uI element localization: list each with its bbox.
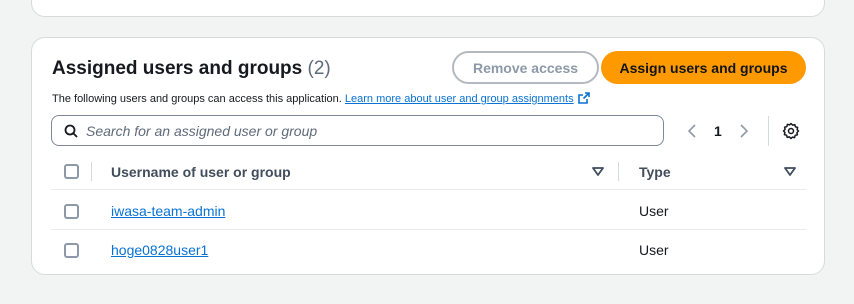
column-divider	[618, 162, 619, 181]
row-checkbox[interactable]	[64, 243, 79, 258]
current-page-number[interactable]: 1	[714, 123, 722, 139]
search-field[interactable]	[51, 115, 664, 146]
table-header: Username of user or group Type	[51, 153, 806, 190]
pagination: 1	[687, 120, 749, 142]
learn-more-link[interactable]: Learn more about user and group assignme…	[344, 92, 590, 105]
assigned-users-panel: Assigned users and groups (2) Remove acc…	[31, 37, 825, 275]
column-divider	[91, 162, 92, 181]
gear-icon[interactable]	[782, 122, 800, 140]
table-row: hoge0828user1 User	[51, 230, 806, 269]
column-header-username[interactable]: Username of user or group	[111, 164, 291, 180]
remove-access-button[interactable]: Remove access	[452, 51, 599, 84]
panel-title: Assigned users and groups (2)	[52, 58, 331, 80]
search-icon	[64, 124, 78, 138]
select-all-checkbox[interactable]	[64, 164, 79, 179]
row-checkbox[interactable]	[64, 204, 79, 219]
learn-more-link-text: Learn more about user and group assignme…	[344, 93, 574, 105]
username-link[interactable]: iwasa-team-admin	[111, 203, 225, 219]
chevron-right-icon[interactable]	[739, 124, 749, 138]
chevron-left-icon[interactable]	[687, 124, 697, 138]
type-cell: User	[639, 203, 669, 219]
panel-title-count: (2)	[307, 58, 331, 79]
type-cell: User	[639, 242, 669, 258]
column-header-type[interactable]: Type	[639, 164, 671, 180]
sort-icon[interactable]	[592, 167, 604, 177]
previous-section-card	[31, 0, 825, 17]
sort-icon[interactable]	[784, 167, 796, 177]
assign-users-button[interactable]: Assign users and groups	[601, 51, 806, 84]
panel-description: The following users and groups can acces…	[52, 92, 590, 105]
panel-title-text: Assigned users and groups	[52, 58, 303, 79]
description-text: The following users and groups can acces…	[52, 93, 342, 105]
table-row: iwasa-team-admin User	[51, 191, 806, 230]
external-link-icon	[577, 92, 590, 104]
username-link[interactable]: hoge0828user1	[111, 242, 208, 258]
pagination-divider	[768, 116, 769, 146]
search-input[interactable]	[86, 122, 646, 139]
